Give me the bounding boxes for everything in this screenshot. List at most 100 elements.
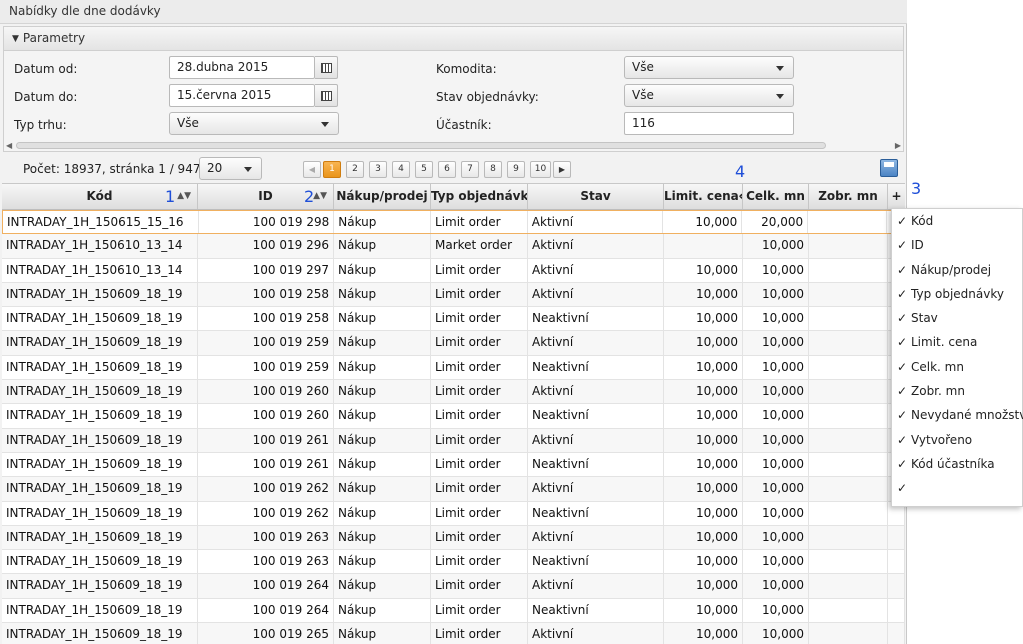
table-row[interactable]: INTRADAY_1H_150609_18_19 100 019 262 Nákup… [2, 477, 905, 502]
participant-field[interactable]: 116 [624, 112, 794, 135]
column-menu-item[interactable]: ✓ Celk. mn [892, 355, 1022, 379]
table-cell: INTRADAY_1H_150609_18_19 [2, 574, 198, 598]
table-row[interactable]: INTRADAY_1H_150609_18_19 100 019 265 Nákup… [2, 623, 905, 644]
column-menu-item[interactable]: ✓ Kód účastníka [892, 452, 1022, 476]
table-row[interactable]: INTRADAY_1H_150609_18_19 100 019 264 Nákup… [2, 574, 905, 599]
column-header-total-qty[interactable]: Celk. mn [743, 184, 809, 209]
table-cell: Market order [431, 234, 528, 258]
next-page-button[interactable]: ▶ [553, 161, 571, 178]
table-cell: 10,000 [663, 211, 743, 234]
page-button[interactable]: 5 [415, 161, 433, 178]
table-row[interactable]: INTRADAY_1H_150609_18_19 100 019 259 Nákup… [2, 331, 905, 356]
page-button[interactable]: 3 [369, 161, 387, 178]
table-row[interactable]: INTRADAY_1H_150609_18_19 100 019 261 Nákup… [2, 452, 905, 478]
commodity-select[interactable]: Vše [624, 56, 794, 79]
table-row[interactable]: INTRADAY_1H_150615_15_16 100 019 298 Nákup… [2, 210, 905, 235]
table-cell: Aktivní [528, 525, 664, 550]
date-to-field[interactable]: 15.června 2015 [169, 84, 315, 107]
scroll-right-icon[interactable]: ▶ [895, 141, 901, 150]
table-row[interactable]: INTRADAY_1H_150609_18_19 100 019 263 Nákup… [2, 550, 905, 575]
column-header-order-type[interactable]: Typ objednávky [431, 184, 528, 209]
table-cell: Limit order [431, 211, 528, 234]
column-menu-item[interactable]: ✓ Nevydané množství [892, 403, 1023, 427]
table-cell: 10,000 [743, 574, 809, 598]
table-row[interactable]: INTRADAY_1H_150609_18_19 100 019 262 Nákup… [2, 501, 905, 526]
page-button[interactable]: 6 [438, 161, 456, 178]
checkmark-icon: ✓ [897, 311, 908, 326]
table-cell: 100 019 264 [198, 598, 334, 623]
market-type-value: Vše [177, 116, 199, 130]
page-button[interactable]: 9 [507, 161, 525, 178]
column-menu-item[interactable]: ✓ Typ objednávky [892, 282, 1022, 306]
scroll-left-icon[interactable]: ◀ [6, 141, 12, 150]
table-cell [888, 550, 905, 574]
column-chooser-button[interactable]: + [888, 184, 905, 209]
chevron-down-icon [776, 66, 784, 71]
page-button[interactable]: 1 [323, 161, 341, 178]
prev-page-button[interactable]: ◀ [303, 161, 321, 178]
column-menu-item[interactable]: ✓ Stav [892, 306, 1022, 330]
table-cell: Limit order [431, 477, 528, 501]
column-header-limit-price[interactable]: Limit. cena⟺ [664, 184, 743, 209]
table-row[interactable]: INTRADAY_1H_150609_18_19 100 019 260 Nákup… [2, 380, 905, 405]
sort-icon[interactable]: ▲▼ [313, 184, 327, 209]
table-cell: 10,000 [664, 404, 743, 428]
table-cell: 100 019 263 [198, 550, 334, 574]
table-cell: 100 019 259 [198, 331, 334, 355]
date-to-calendar-button[interactable] [315, 84, 338, 107]
column-menu-item[interactable]: ✓ Zobr. mn [892, 379, 1022, 403]
column-header-state[interactable]: Stav [528, 184, 664, 209]
export-save-icon[interactable] [880, 159, 898, 177]
date-from-calendar-button[interactable] [315, 56, 338, 79]
column-menu-item[interactable]: ✓ ID [892, 233, 1022, 257]
page-button[interactable]: 10 [530, 161, 551, 178]
table-cell: Nákup [334, 428, 431, 452]
table-cell [809, 623, 888, 644]
table-cell: 10,000 [664, 380, 743, 404]
order-state-select[interactable]: Vše [624, 84, 794, 107]
table-cell: 10,000 [743, 404, 809, 428]
table-cell: INTRADAY_1H_150609_18_19 [2, 428, 198, 452]
table-cell: 20,000 [742, 211, 809, 234]
column-menu-item[interactable]: ✓ Limit. cena [892, 330, 1022, 354]
table-cell: 10,000 [664, 355, 743, 380]
table-row[interactable]: INTRADAY_1H_150609_18_19 100 019 260 Nákup… [2, 404, 905, 429]
column-menu-label: Limit. cena [911, 335, 978, 350]
table-cell [809, 282, 888, 307]
page-size-select[interactable]: 20 [199, 157, 262, 180]
table-row[interactable]: INTRADAY_1H_150610_13_14 100 019 296 Nákup… [2, 234, 905, 259]
table-row[interactable]: INTRADAY_1H_150609_18_19 100 019 258 Nákup… [2, 307, 905, 332]
market-type-select[interactable]: Vše [169, 112, 339, 135]
page-button[interactable]: 8 [484, 161, 502, 178]
page-button[interactable]: 4 [392, 161, 410, 178]
column-menu-item[interactable]: ✓ [892, 476, 1022, 500]
table-cell: 100 019 258 [198, 307, 334, 331]
table-cell: 10,000 [743, 307, 809, 331]
table-cell: 10,000 [743, 380, 809, 404]
parameters-title: Parametry [22, 31, 86, 45]
table-row[interactable]: INTRADAY_1H_150609_18_19 100 019 264 Nákup… [2, 598, 905, 624]
column-menu-item[interactable]: ✓ Vytvořeno [892, 428, 1022, 452]
chevron-down-icon [321, 122, 329, 127]
parameters-header[interactable]: ▼ Parametry [4, 27, 903, 51]
table-cell: Nákup [334, 355, 431, 380]
table-cell: Aktivní [528, 211, 664, 234]
date-from-field[interactable]: 28.dubna 2015 [169, 56, 315, 79]
table-cell: Nákup [334, 234, 431, 258]
column-menu-item[interactable]: ✓ Nákup/prodej [892, 258, 1022, 282]
table-cell: INTRADAY_1H_150609_18_19 [2, 477, 198, 501]
table-row[interactable]: INTRADAY_1H_150609_18_19 100 019 263 Nákup… [2, 525, 905, 551]
table-row[interactable]: INTRADAY_1H_150609_18_19 100 019 258 Nákup… [2, 282, 905, 308]
table-row[interactable]: INTRADAY_1H_150609_18_19 100 019 261 Nákup… [2, 428, 905, 453]
table-row[interactable]: INTRADAY_1H_150609_18_19 100 019 259 Nákup… [2, 355, 905, 381]
page-button[interactable]: 7 [461, 161, 479, 178]
column-header-buy-sell[interactable]: Nákup/prodej [334, 184, 431, 209]
page-button[interactable]: 2 [346, 161, 364, 178]
table-cell: 100 019 260 [198, 404, 334, 428]
scrollbar-thumb[interactable] [16, 142, 826, 149]
column-header-display-qty[interactable]: Zobr. mn [809, 184, 888, 209]
table-row[interactable]: INTRADAY_1H_150610_13_14 100 019 297 Nákup… [2, 258, 905, 283]
sort-icon[interactable]: ▲▼ [177, 184, 191, 209]
parameters-scrollbar[interactable]: ◀ ▶ [6, 141, 901, 151]
column-menu-item[interactable]: ✓ Kód [892, 209, 1022, 233]
